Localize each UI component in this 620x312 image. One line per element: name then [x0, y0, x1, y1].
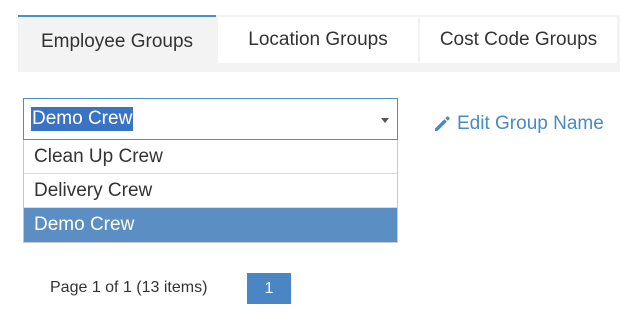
- chevron-down-icon[interactable]: [381, 118, 389, 123]
- page-button-1[interactable]: 1: [247, 273, 291, 304]
- pager-info: Page 1 of 1 (13 items): [50, 279, 208, 296]
- pencil-icon: [432, 114, 452, 134]
- tab-location-groups[interactable]: Location Groups: [218, 17, 418, 63]
- option-clean-up-crew[interactable]: Clean Up Crew: [24, 140, 397, 174]
- tab-bar: Employee Groups Location Groups Cost Cod…: [18, 15, 620, 72]
- option-demo-crew[interactable]: Demo Crew: [24, 208, 397, 242]
- group-dropdown-list: Clean Up Crew Delivery Crew Demo Crew: [23, 140, 398, 243]
- group-select-value: Demo Crew: [31, 107, 134, 131]
- option-label: Clean Up Crew: [34, 145, 163, 167]
- option-delivery-crew[interactable]: Delivery Crew: [24, 174, 397, 208]
- tab-label: Location Groups: [248, 29, 388, 50]
- tab-label: Employee Groups: [40, 31, 194, 52]
- edit-group-name-link[interactable]: Edit Group Name: [432, 112, 604, 136]
- tab-cost-code-groups[interactable]: Cost Code Groups: [420, 17, 617, 63]
- option-label: Delivery Crew: [34, 179, 153, 201]
- edit-group-name-label: Edit Group Name: [457, 113, 604, 134]
- group-select[interactable]: Demo Crew: [23, 98, 398, 140]
- option-label: Demo Crew: [34, 214, 135, 235]
- tab-employee-groups[interactable]: Employee Groups: [18, 15, 216, 72]
- tab-label: Cost Code Groups: [439, 29, 598, 50]
